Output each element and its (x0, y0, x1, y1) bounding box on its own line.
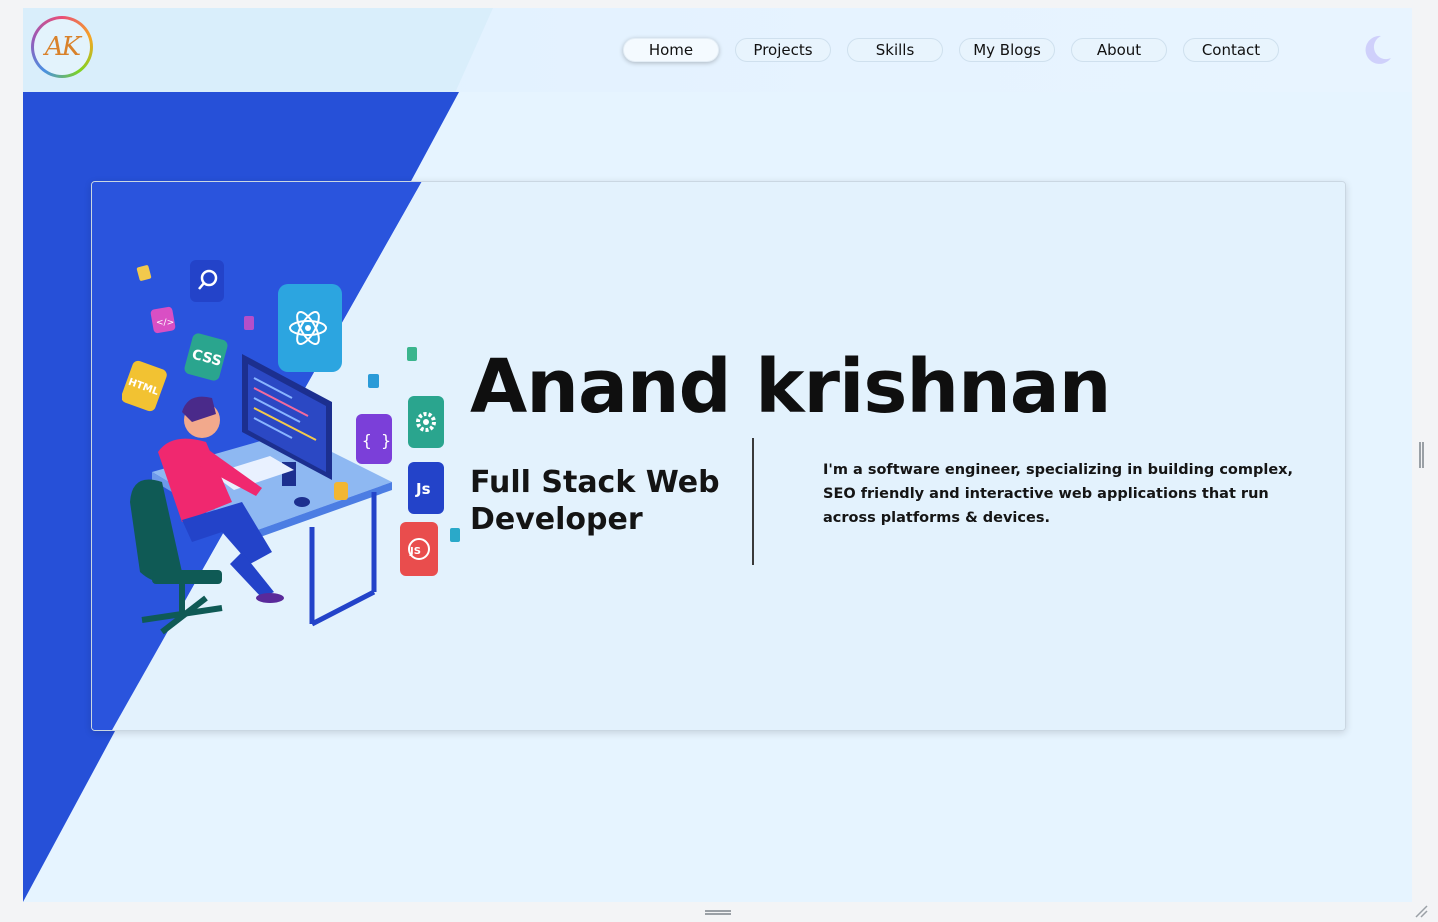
hero-name: Anand krishnan (470, 344, 1111, 430)
svg-text:JS: JS (409, 546, 421, 557)
braces-badge-icon: { } (356, 414, 392, 464)
js-badge-icon: Js (408, 462, 444, 514)
navbar: AK Home Projects Skills My Blogs About C… (23, 8, 1412, 92)
resize-corner-icon[interactable] (1414, 904, 1428, 918)
nav-link-about[interactable]: About (1071, 38, 1167, 62)
panel-resize-handle-bottom[interactable] (705, 910, 731, 915)
mouse (294, 497, 310, 507)
panel-resize-handle-right[interactable] (1419, 442, 1424, 468)
svg-text:</>: </> (156, 318, 174, 328)
developer-at-desk-illustration: </> CSS HTML {} Js JS (122, 260, 460, 635)
deco-square (244, 316, 254, 330)
deco-square (136, 265, 152, 281)
nav-links: Home Projects Skills My Blogs About Cont… (623, 38, 1279, 62)
nav-link-projects[interactable]: Projects (735, 38, 831, 62)
html-badge-icon: HTML (122, 360, 167, 412)
gear-badge-icon (408, 396, 444, 448)
svg-text:Js: Js (415, 480, 431, 498)
nav-link-home[interactable]: Home (623, 38, 719, 62)
hero-description: I'm a software engineer, specializing in… (823, 462, 1294, 526)
browser-viewport: AK Home Projects Skills My Blogs About C… (23, 8, 1412, 902)
nav-link-my-blogs[interactable]: My Blogs (959, 38, 1055, 62)
hero-role: Full Stack Web Developer (470, 465, 720, 537)
search-badge-icon (190, 260, 224, 302)
nav-link-contact[interactable]: Contact (1183, 38, 1279, 62)
code-tag-badge-icon: </> (150, 306, 176, 334)
logo-text: AK (34, 19, 90, 75)
deco-square (450, 528, 460, 542)
deco-square (368, 374, 379, 388)
coffee-cup (334, 482, 348, 500)
logo[interactable]: AK (31, 16, 93, 78)
react-badge-icon (278, 284, 342, 372)
node-js-badge-icon: JS (400, 522, 438, 576)
svg-text:{ }: { } (362, 431, 391, 450)
nav-link-skills[interactable]: Skills (847, 38, 943, 62)
navbar-shade (23, 8, 493, 92)
css-badge-icon: CSS (184, 333, 228, 381)
deco-square (407, 347, 417, 361)
moon-icon[interactable] (1361, 34, 1393, 66)
hero-card: </> CSS HTML {} Js JS Anand krishnan Fu… (91, 181, 1346, 731)
hero-divider (752, 438, 754, 565)
